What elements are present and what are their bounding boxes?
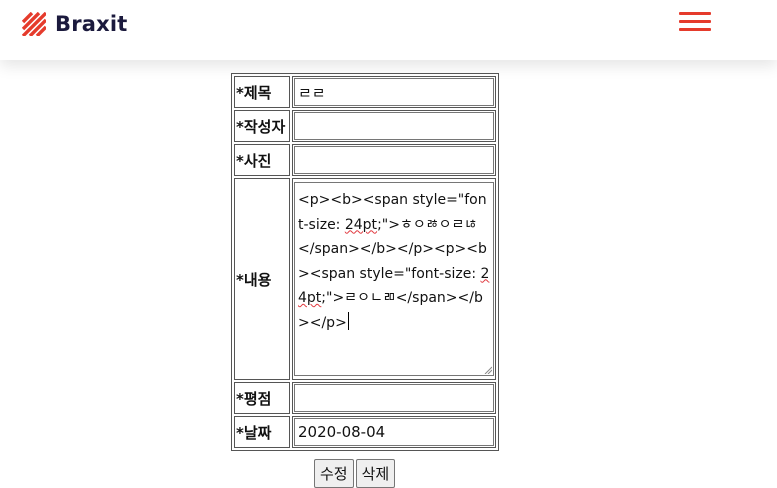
form-actions: 수정 삭제	[314, 459, 396, 488]
brand-logo[interactable]: Braxit	[22, 10, 128, 38]
title-label: *제목	[234, 76, 290, 108]
author-row: *작성자	[234, 110, 496, 142]
rating-label: *평점	[234, 382, 290, 414]
edit-button[interactable]: 수정	[314, 459, 354, 488]
title-input[interactable]	[294, 78, 494, 106]
date-label: *날짜	[234, 416, 290, 448]
hamburger-menu-icon[interactable]	[679, 11, 711, 33]
date-input[interactable]	[294, 418, 494, 446]
date-row: *날짜	[234, 416, 496, 448]
logo-stripes-icon	[22, 12, 46, 36]
photo-input[interactable]	[294, 146, 494, 174]
content-row: *내용 <p><b><span style="font-size: 24pt;"…	[234, 178, 496, 380]
top-header: Braxit	[0, 0, 777, 60]
title-row: *제목	[234, 76, 496, 108]
edit-form-table: *제목 *작성자 *사진 *내용 <p><b><span style="font…	[231, 73, 499, 451]
photo-row: *사진	[234, 144, 496, 176]
delete-button[interactable]: 삭제	[355, 459, 396, 488]
content-label: *내용	[234, 178, 290, 380]
author-input[interactable]	[294, 112, 494, 140]
brand-name: Braxit	[55, 12, 128, 36]
rating-input[interactable]	[294, 384, 494, 412]
rating-row: *평점	[234, 382, 496, 414]
author-label: *작성자	[234, 110, 290, 142]
content-textarea[interactable]: <p><b><span style="font-size: 24pt;">ㅎㅇㅀ…	[294, 182, 494, 376]
content-text-2: 24pt	[344, 216, 378, 233]
photo-label: *사진	[234, 144, 290, 176]
text-caret	[347, 311, 349, 330]
resize-grip-icon[interactable]	[484, 366, 492, 374]
content-text-5: ;">ㄹㅇㄴㄻ</span></b></p>	[298, 290, 483, 331]
